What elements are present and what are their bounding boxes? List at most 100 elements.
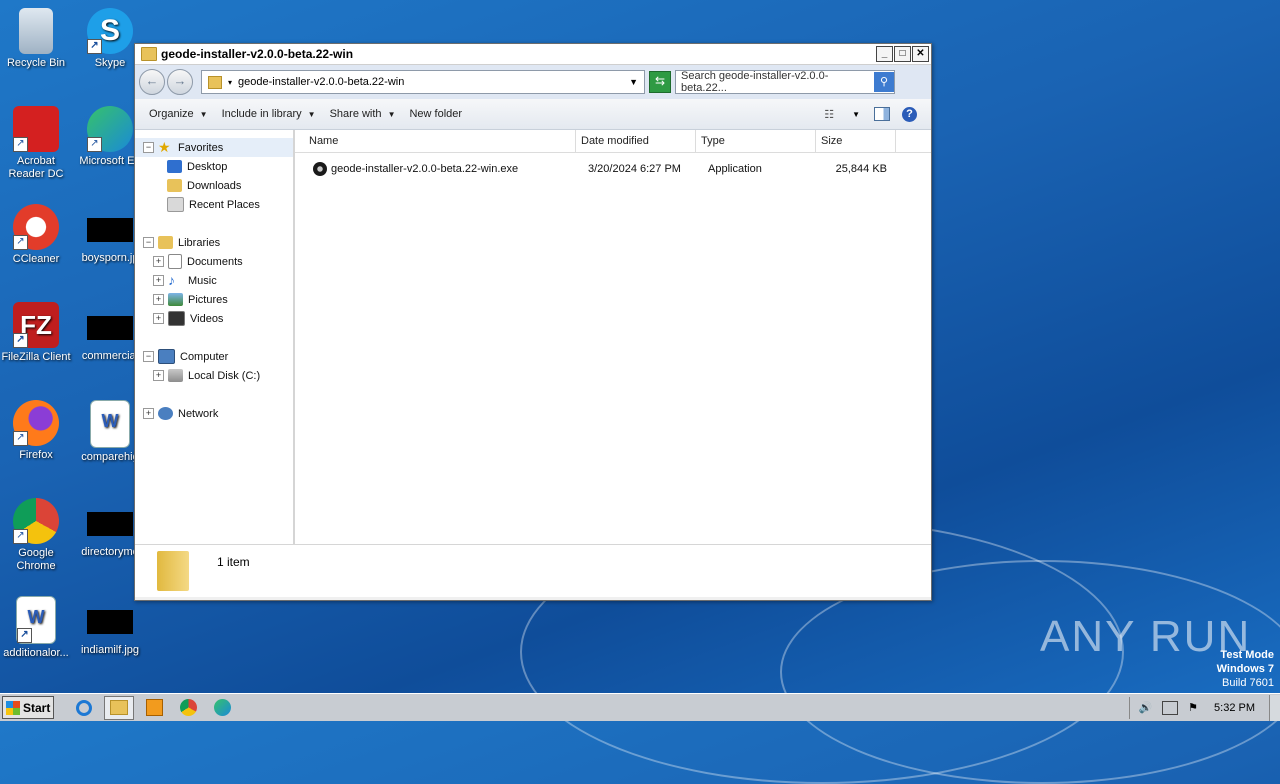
- nav-item-downloads[interactable]: Downloads: [135, 176, 293, 195]
- desktop-icon-chrome[interactable]: ↗ Google Chrome: [0, 492, 74, 573]
- nav-label: Downloads: [187, 179, 242, 192]
- internet-explorer-taskbar-button[interactable]: [70, 697, 98, 719]
- share-with-button[interactable]: Share with ▼: [330, 108, 396, 120]
- explorer-taskbar-button[interactable]: [104, 695, 134, 720]
- image-thumbnail: [87, 218, 133, 242]
- firefox-icon: ↗: [13, 400, 59, 446]
- volume-icon[interactable]: 🔊: [1138, 701, 1152, 714]
- column-date-modified[interactable]: Date modified: [576, 130, 696, 152]
- expand-icon[interactable]: +: [143, 408, 154, 419]
- new-folder-button[interactable]: New folder: [409, 108, 462, 120]
- media-player-taskbar-button[interactable]: [140, 697, 168, 719]
- desktop-icon-label: Firefox: [19, 449, 53, 461]
- chrome-icon: [179, 699, 197, 716]
- minimize-button[interactable]: _: [876, 46, 893, 62]
- file-type: Application: [708, 163, 762, 175]
- recycle-bin-icon: [19, 8, 53, 54]
- forward-button[interactable]: →: [167, 69, 193, 95]
- nav-item-network[interactable]: + Network: [135, 404, 293, 423]
- file-row[interactable]: geode-installer-v2.0.0-beta.22-win.exe 3…: [295, 158, 931, 180]
- file-date: 3/20/2024 6:27 PM: [588, 163, 681, 175]
- desktop-icon-ccleaner[interactable]: ↗ CCleaner: [0, 198, 74, 266]
- desktop-icon-label: additionalor...: [3, 647, 69, 659]
- search-input[interactable]: Search geode-installer-v2.0.0-beta.22...…: [675, 70, 895, 94]
- file-name: geode-installer-v2.0.0-beta.22-win.exe: [331, 163, 519, 175]
- desktop-icon-label: FileZilla Client: [1, 351, 71, 363]
- ccleaner-icon: ↗: [13, 204, 59, 250]
- edge-icon: ↗: [87, 106, 133, 152]
- drive-icon: [168, 369, 183, 382]
- include-in-library-button[interactable]: Include in library ▼: [222, 108, 316, 120]
- address-bar[interactable]: ▾ geode-installer-v2.0.0-beta.22-win ▼: [201, 70, 645, 94]
- recent-places-icon: [167, 197, 184, 212]
- nav-label: Desktop: [187, 160, 228, 173]
- star-icon: ★: [158, 139, 171, 155]
- folder-icon: [110, 700, 128, 715]
- title-bar[interactable]: geode-installer-v2.0.0-beta.22-win _ □ ✕: [135, 44, 931, 65]
- chrome-taskbar-button[interactable]: [174, 697, 202, 719]
- breadcrumb-arrow-icon[interactable]: ▾: [228, 78, 232, 87]
- view-options-icon[interactable]: ☷: [824, 108, 834, 121]
- start-button[interactable]: Start: [2, 696, 54, 719]
- organize-button[interactable]: Organize ▼: [149, 108, 208, 120]
- nav-item-desktop[interactable]: Desktop: [135, 157, 293, 176]
- details-pane: 1 item: [135, 544, 931, 597]
- address-dropdown-icon[interactable]: ▼: [629, 77, 638, 87]
- column-name[interactable]: Name: [295, 130, 576, 152]
- preview-pane-icon[interactable]: [874, 107, 890, 121]
- show-desktop-button[interactable]: [1269, 694, 1280, 721]
- nav-label: Videos: [190, 312, 224, 325]
- refresh-button[interactable]: ⇆: [649, 71, 671, 93]
- image-thumbnail: [87, 610, 133, 634]
- image-thumbnail: [87, 316, 133, 340]
- action-center-flag-icon[interactable]: ⚑: [1188, 701, 1198, 714]
- close-button[interactable]: ✕: [912, 46, 929, 62]
- file-list-pane: Name Date modified Type Size geode-insta…: [295, 130, 931, 544]
- nav-item-favorites[interactable]: − ★ Favorites: [135, 138, 293, 157]
- expand-icon[interactable]: +: [153, 294, 164, 305]
- nav-item-pictures[interactable]: + Pictures: [135, 290, 293, 309]
- nav-item-videos[interactable]: + Videos: [135, 309, 293, 328]
- desktop-icon-label: Recycle Bin: [6, 57, 66, 69]
- music-icon: ♪: [168, 272, 175, 288]
- file-size: 25,844 KB: [835, 163, 887, 175]
- desktop-icon-recycle-bin[interactable]: Recycle Bin: [0, 2, 74, 70]
- help-icon[interactable]: ?: [902, 106, 917, 122]
- collapse-icon[interactable]: −: [143, 351, 154, 362]
- nav-item-local-disk[interactable]: + Local Disk (C:): [135, 366, 293, 385]
- nav-item-recent-places[interactable]: Recent Places: [135, 195, 293, 214]
- filezilla-icon: FZ ↗: [13, 302, 59, 348]
- collapse-icon[interactable]: −: [143, 237, 154, 248]
- edge-taskbar-button[interactable]: [208, 697, 236, 719]
- column-type[interactable]: Type: [696, 130, 816, 152]
- desktop-icon-acrobat[interactable]: ↗ Acrobat Reader DC: [0, 100, 74, 181]
- nav-item-libraries[interactable]: − Libraries: [135, 233, 293, 252]
- desktop-icon-firefox[interactable]: ↗ Firefox: [0, 394, 74, 462]
- collapse-icon[interactable]: −: [143, 142, 154, 153]
- address-text: geode-installer-v2.0.0-beta.22-win: [238, 76, 405, 88]
- maximize-button[interactable]: □: [894, 46, 911, 62]
- nav-item-music[interactable]: + ♪ Music: [135, 271, 293, 290]
- command-bar: Organize ▼ Include in library ▼ Share with…: [135, 99, 931, 130]
- back-button[interactable]: ←: [139, 69, 165, 95]
- desktop-icon-filezilla[interactable]: FZ ↗ FileZilla Client: [0, 296, 74, 364]
- windows-logo-icon: [6, 700, 20, 715]
- view-dropdown-icon[interactable]: ▼: [852, 110, 860, 119]
- expand-icon[interactable]: +: [153, 313, 164, 324]
- column-size[interactable]: Size: [816, 130, 896, 152]
- column-header-row: Name Date modified Type Size: [295, 130, 931, 153]
- ie-icon: [76, 699, 92, 716]
- nav-item-documents[interactable]: + Documents: [135, 252, 293, 271]
- network-status-icon[interactable]: [1162, 700, 1179, 715]
- expand-icon[interactable]: +: [153, 370, 164, 381]
- expand-icon[interactable]: +: [153, 275, 164, 286]
- clock[interactable]: 5:32 PM: [1214, 702, 1255, 714]
- network-icon: [158, 407, 173, 420]
- search-placeholder: Search geode-installer-v2.0.0-beta.22...: [681, 70, 829, 94]
- expand-icon[interactable]: +: [153, 256, 164, 267]
- desktop-icon-label: CCleaner: [12, 253, 60, 265]
- nav-item-computer[interactable]: − Computer: [135, 347, 293, 366]
- desktop-icon-word-doc[interactable]: W ↗ additionalor...: [0, 590, 74, 660]
- search-icon[interactable]: ⚲: [874, 72, 894, 92]
- desktop-icon-label: Google Chrome: [16, 547, 56, 572]
